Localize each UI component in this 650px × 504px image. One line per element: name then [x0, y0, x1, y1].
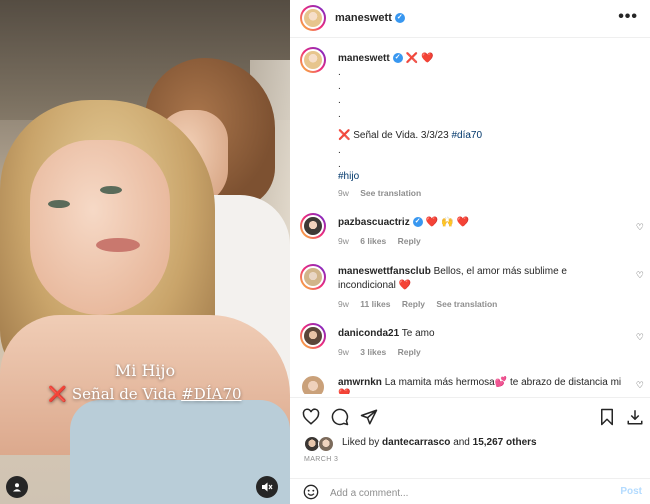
post-media[interactable]: Mi Hijo ❌ Señal de Vida #DÍA70 [0, 0, 290, 504]
overlay-caption-text: Señal de Vida [71, 385, 177, 403]
caption-header: maneswett ✓ ❌ ❤️ [338, 52, 434, 66]
comment-button[interactable] [329, 406, 351, 428]
woman-eye-right [100, 186, 122, 194]
comment-text: amwrnkn La mamita más hermosa💕 te abrazo… [338, 376, 621, 390]
caption-dot: . [338, 145, 341, 156]
comment-username[interactable]: daniconda21 [338, 328, 399, 339]
username-text[interactable]: maneswett [335, 12, 392, 24]
heart-outline-icon[interactable]: ♡ [636, 333, 644, 343]
avatar [318, 436, 334, 452]
timestamp: 9w [338, 347, 349, 357]
caption-dot: . [338, 109, 341, 120]
timestamp: 9w [338, 188, 349, 198]
like-button[interactable] [300, 406, 322, 428]
likes-count[interactable]: 11 likes [360, 299, 390, 309]
comment-body: ❤️ 🙌 ❤️ [425, 217, 470, 228]
heart-outline-icon[interactable]: ♡ [636, 271, 644, 281]
comment-username[interactable]: maneswettfansclub [338, 266, 431, 277]
hashtag-link[interactable]: #hijo [338, 170, 359, 184]
likes-count-link[interactable]: 15,267 others [473, 437, 537, 448]
avatar[interactable] [300, 5, 326, 31]
overlay-caption-tag: #DÍA70 [181, 385, 242, 403]
comment-text: pazbascuactriz ✓ ❤️ 🙌 ❤️ [338, 216, 469, 230]
share-button[interactable] [358, 406, 380, 428]
post-header: maneswett ✓ ••• [290, 0, 650, 38]
woman-face [30, 140, 170, 315]
verified-icon: ✓ [412, 217, 423, 228]
comment-meta: 9w 6 likes Reply [338, 236, 430, 246]
avatar[interactable] [300, 323, 326, 349]
timestamp: 9w [338, 236, 349, 246]
comment-text-cont: incondicional ❤️ [338, 280, 412, 291]
liked-by-and: and [453, 437, 470, 448]
reply-button[interactable]: Reply [402, 299, 425, 309]
comment-body: La mamita más hermosa💕 te abrazo de dist… [384, 377, 622, 388]
liked-by-text: Liked by dantecarrasco and 15,267 others [342, 437, 537, 448]
mute-button[interactable] [256, 476, 278, 498]
heart-icon [302, 408, 320, 425]
liked-by-user-link[interactable]: dantecarrasco [382, 437, 450, 448]
comment-text-cont: ❤️ [338, 388, 350, 394]
action-bar [290, 397, 650, 433]
post-button[interactable]: Post [620, 486, 642, 497]
avatar[interactable] [300, 213, 326, 239]
caption-emojis: ❌ ❤️ [405, 53, 434, 64]
comment-icon [331, 408, 349, 426]
comment-body: Bellos, el amor más sublime e [433, 266, 567, 277]
bookmark-icon [601, 408, 613, 426]
post-date[interactable]: MARCH 3 [304, 456, 338, 463]
comments-list[interactable]: maneswett ✓ ❌ ❤️ . . . . ❌ Señal de Vida.… [290, 39, 650, 394]
overlay-caption-line1: Mi Hijo [114, 361, 176, 380]
comment-body: Te amo [401, 328, 435, 339]
woman-lips [96, 238, 140, 252]
caption-dot: . [338, 67, 341, 78]
add-comment-bar: Post [290, 478, 650, 504]
liked-by-avatars[interactable] [304, 436, 338, 452]
caption-username[interactable]: maneswett [338, 53, 390, 64]
header-username[interactable]: maneswett ✓ [335, 12, 405, 24]
likes-count[interactable]: 6 likes [360, 236, 386, 246]
tagged-users-button[interactable] [6, 476, 28, 498]
overlay-caption-line2: ❌ Señal de Vida #DÍA70 [0, 385, 290, 403]
download-icon [627, 410, 643, 425]
timestamp: 9w [338, 299, 349, 309]
liked-by-prefix: Liked by [342, 437, 380, 448]
hashtag-link[interactable]: #día70 [451, 130, 482, 141]
avatar[interactable] [300, 47, 326, 73]
user-icon [13, 483, 21, 492]
caption-meta: 9w See translation [338, 188, 430, 198]
red-x-icon: ❌ [48, 385, 68, 403]
more-options-icon[interactable]: ••• [618, 8, 638, 26]
comment-text: maneswettfansclub Bellos, el amor más su… [338, 265, 567, 279]
comment-username[interactable]: amwrnkn [338, 377, 382, 388]
verified-icon: ✓ [392, 53, 403, 64]
comment-meta: 9w 11 likes Reply See translation [338, 299, 506, 309]
verified-icon: ✓ [394, 13, 405, 24]
see-translation-link[interactable]: See translation [360, 188, 421, 198]
comment-meta: 9w 3 likes Reply [338, 347, 430, 357]
likes-count[interactable]: 3 likes [360, 347, 386, 357]
woman-eye-left [48, 200, 70, 208]
caption-dot: . [338, 95, 341, 106]
caption-line-text: Señal de Vida. 3/3/23 [353, 130, 449, 141]
avatar[interactable] [300, 264, 326, 290]
comment-text: daniconda21 Te amo [338, 327, 435, 341]
post-sidebar: maneswett ✓ ••• maneswett ✓ ❌ ❤️ . . . . ❌… [290, 0, 650, 504]
red-x-icon: ❌ [338, 130, 351, 141]
caption-line: ❌ Señal de Vida. 3/3/23 #día70 [338, 129, 482, 143]
emoji-icon[interactable] [303, 484, 319, 500]
heart-outline-icon[interactable]: ♡ [636, 381, 644, 391]
comment-input[interactable] [330, 485, 600, 501]
caption-dot: . [338, 81, 341, 92]
comment-username[interactable]: pazbascuactriz [338, 217, 410, 228]
avatar[interactable] [300, 374, 326, 394]
speaker-muted-icon [262, 482, 273, 492]
paper-plane-icon [360, 409, 378, 425]
heart-outline-icon[interactable]: ♡ [636, 223, 644, 233]
see-translation-link[interactable]: See translation [436, 299, 497, 309]
reply-button[interactable]: Reply [398, 347, 421, 357]
reply-button[interactable]: Reply [398, 236, 421, 246]
download-button[interactable] [624, 406, 646, 428]
save-button[interactable] [596, 406, 618, 428]
